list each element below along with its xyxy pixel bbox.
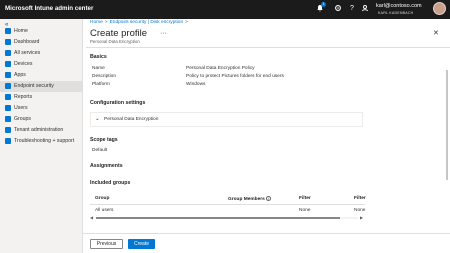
sidebar-item-label: Home bbox=[14, 28, 28, 34]
scroll-right-icon[interactable]: ▶ bbox=[360, 215, 363, 220]
tenant-admin-icon bbox=[5, 127, 11, 133]
scope-tag-value: Default bbox=[92, 148, 108, 153]
breadcrumb: Home > Endpoint security | Disk encryption… bbox=[90, 20, 190, 25]
chevron-down-icon[interactable]: ⌄ bbox=[95, 116, 100, 122]
sidebar-item-groups[interactable]: Groups bbox=[0, 114, 83, 125]
table-row-filter-mode: None bbox=[354, 208, 366, 213]
name-value: Personal Data Encryption Policy bbox=[186, 66, 255, 71]
footer: Previous Create bbox=[83, 233, 450, 253]
personal-data-encryption-expander[interactable]: ⌄ Personal Data Encryption bbox=[90, 112, 363, 127]
included-groups-heading: Included groups bbox=[90, 180, 131, 186]
vertical-scrollbar[interactable] bbox=[445, 48, 449, 233]
gear-icon[interactable] bbox=[333, 4, 343, 14]
column-header-group-members-label: Group Members bbox=[228, 196, 265, 202]
users-icon bbox=[5, 105, 11, 111]
sidebar-item-all-services[interactable]: All services bbox=[0, 48, 83, 59]
create-button[interactable]: Create bbox=[128, 239, 155, 249]
description-value: Policy to protect Pictures folders for e… bbox=[186, 74, 284, 79]
sidebar-item-devices[interactable]: Devices bbox=[0, 59, 83, 70]
column-header-filter[interactable]: Filter bbox=[299, 196, 311, 201]
sidebar-item-troubleshooting-support[interactable]: Troubleshooting + support bbox=[0, 136, 83, 147]
account-tenant: KARL KADENBACH bbox=[378, 11, 414, 15]
avatar[interactable] bbox=[433, 2, 446, 15]
sidebar-item-dashboard[interactable]: Dashboard bbox=[0, 37, 83, 48]
column-header-group-members[interactable]: Group Members i bbox=[228, 196, 271, 202]
sidebar-item-label: Dashboard bbox=[14, 39, 40, 45]
table-header-divider bbox=[90, 204, 365, 205]
sidebar-item-label: Endpoint security bbox=[14, 83, 54, 89]
apps-icon bbox=[5, 72, 11, 78]
sidebar-item-label: Devices bbox=[14, 61, 33, 67]
info-icon[interactable]: i bbox=[265, 196, 271, 201]
sidebar-item-users[interactable]: Users bbox=[0, 103, 83, 114]
dashboard-icon bbox=[5, 39, 11, 45]
endpoint-security-icon bbox=[5, 83, 11, 89]
sidebar-item-home[interactable]: Home bbox=[0, 26, 83, 37]
sidebar-item-reports[interactable]: Reports bbox=[0, 92, 83, 103]
groups-icon bbox=[5, 116, 11, 122]
sidebar-item-apps[interactable]: Apps bbox=[0, 70, 83, 81]
sidebar-item-label: Tenant administration bbox=[14, 127, 64, 133]
top-bar: Microsoft Intune admin center 1 ? karl@c… bbox=[0, 0, 450, 19]
table-row-group: All users bbox=[95, 208, 114, 213]
scroll-left-icon[interactable]: ◀ bbox=[90, 215, 93, 220]
sidebar: « Home Dashboard All services Devices Apps En… bbox=[0, 19, 83, 253]
assignments-heading: Assignments bbox=[90, 163, 123, 169]
vertical-scroll-thumb[interactable] bbox=[446, 70, 448, 180]
sidebar-item-tenant-administration[interactable]: Tenant administration bbox=[0, 125, 83, 136]
sidebar-item-label: All services bbox=[14, 50, 41, 56]
more-options-icon[interactable]: ··· bbox=[160, 30, 167, 37]
horizontal-scrollbar[interactable]: ◀ ▶ bbox=[90, 215, 366, 220]
table-row-filter: None bbox=[299, 208, 311, 213]
sidebar-item-label: Apps bbox=[14, 72, 26, 78]
page-title: Create profile bbox=[90, 28, 148, 39]
description-label: Description bbox=[92, 74, 116, 79]
column-header-filter-mode[interactable]: Filter bbox=[354, 196, 366, 201]
page-subtitle: Personal Data Encryption bbox=[90, 39, 140, 44]
scroll-thumb[interactable] bbox=[96, 217, 340, 219]
home-icon bbox=[5, 28, 11, 34]
sidebar-item-label: Users bbox=[14, 105, 28, 111]
platform-value: Windows bbox=[186, 82, 206, 87]
notification-badge: 1 bbox=[321, 2, 326, 7]
devices-icon bbox=[5, 61, 11, 67]
configuration-heading: Configuration settings bbox=[90, 100, 146, 106]
account-email[interactable]: karl@contoso.com bbox=[376, 3, 422, 9]
header-divider bbox=[86, 47, 450, 48]
sidebar-item-label: Groups bbox=[14, 116, 32, 122]
basics-heading: Basics bbox=[90, 54, 107, 60]
sidebar-item-endpoint-security[interactable]: Endpoint security bbox=[0, 81, 83, 92]
close-icon[interactable]: ✕ bbox=[433, 29, 439, 37]
previous-button[interactable]: Previous bbox=[90, 239, 123, 249]
breadcrumb-separator-icon: > bbox=[104, 20, 108, 25]
platform-label: Platform bbox=[92, 82, 110, 87]
help-icon[interactable]: ? bbox=[347, 4, 357, 14]
troubleshooting-icon bbox=[5, 138, 11, 144]
expander-label: Personal Data Encryption bbox=[104, 117, 159, 122]
column-header-group[interactable]: Group bbox=[95, 196, 109, 201]
reports-icon bbox=[5, 94, 11, 100]
sidebar-item-label: Reports bbox=[14, 94, 33, 100]
all-services-icon bbox=[5, 50, 11, 56]
breadcrumb-separator-icon: > bbox=[185, 20, 188, 25]
scope-tags-heading: Scope tags bbox=[90, 137, 118, 143]
app-title[interactable]: Microsoft Intune admin center bbox=[5, 5, 93, 12]
sidebar-item-label: Troubleshooting + support bbox=[14, 138, 75, 144]
breadcrumb-disk-encryption[interactable]: Endpoint security | Disk encryption bbox=[110, 20, 184, 25]
name-label: Name bbox=[92, 66, 105, 71]
breadcrumb-home[interactable]: Home bbox=[90, 20, 103, 25]
feedback-icon[interactable] bbox=[360, 4, 370, 14]
